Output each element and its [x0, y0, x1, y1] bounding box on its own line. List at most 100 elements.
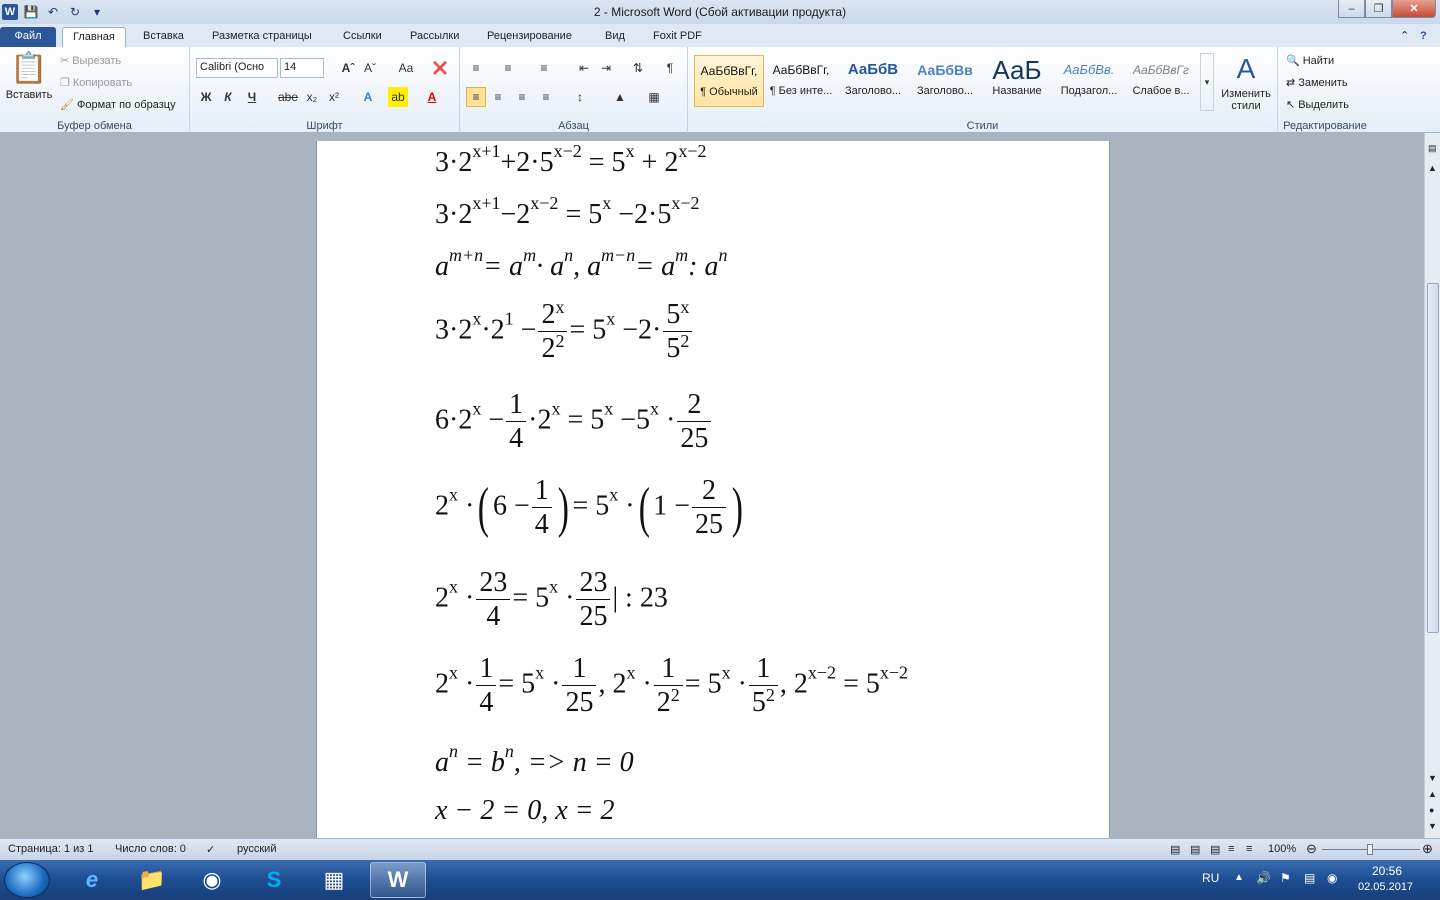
sort-icon[interactable]: ⇅ [628, 58, 648, 78]
decrease-indent-icon[interactable]: ⇤ [574, 58, 594, 78]
paste-button[interactable]: 📋 Вставить [6, 51, 53, 101]
prev-page-icon[interactable]: ▲ [1428, 789, 1437, 799]
window-controls: – ❐ ✕ [1338, 0, 1436, 18]
browse-object-icon[interactable]: ● [1429, 805, 1434, 815]
network-icon[interactable]: ▤ [1304, 871, 1315, 885]
tab-review[interactable]: Рецензирование [477, 27, 582, 47]
outline-icon[interactable]: ≡ [1228, 843, 1234, 855]
bullets-icon[interactable]: ≡ [466, 58, 486, 78]
taskbar: e 📁 ◉ S ▦ W RU ▲ 🔊 ⚑ ▤ ◉ 20:56 02.05.201… [0, 860, 1440, 900]
tray-expand-icon[interactable]: ▲ [1234, 872, 1244, 883]
ruler-toggle-icon[interactable]: ▤ [1428, 143, 1437, 154]
skype-icon[interactable]: S [246, 862, 302, 898]
font-group-label: Шрифт [306, 120, 343, 132]
calculator-icon[interactable]: ▦ [306, 862, 362, 898]
line-spacing-icon[interactable]: ↕ [570, 87, 590, 107]
tab-foxit-pdf[interactable]: Foxit PDF [643, 27, 712, 47]
language-indicator[interactable]: русский [237, 843, 276, 855]
chrome-icon[interactable]: ◉ [184, 862, 240, 898]
close-button[interactable]: ✕ [1392, 0, 1436, 18]
battery-icon[interactable]: ◉ [1327, 871, 1337, 885]
style-no-spacing[interactable]: АаБбВвГг, ¶ Без инте... [766, 55, 836, 107]
input-language[interactable]: RU [1202, 871, 1219, 885]
bold-button[interactable]: Ж [196, 87, 216, 107]
font-name-select[interactable]: Calibri (Осно [196, 58, 278, 78]
style-title[interactable]: АаБ Название [982, 55, 1052, 107]
minimize-button[interactable]: – [1338, 0, 1365, 18]
find-button[interactable]: 🔍 Найти [1286, 54, 1334, 68]
replace-button[interactable]: ⇄ Заменить [1286, 76, 1348, 90]
shrink-font-icon[interactable]: Aˇ [360, 58, 380, 78]
full-screen-icon[interactable]: ▤ [1190, 843, 1200, 856]
scrollbar-thumb[interactable] [1427, 283, 1439, 633]
borders-icon[interactable]: ▦ [644, 87, 664, 107]
style-heading-1[interactable]: АаБбВ Заголово... [838, 55, 908, 107]
copy-button[interactable]: ❐ Копировать [60, 76, 132, 90]
word-taskbar-icon[interactable]: W [370, 862, 426, 898]
next-page-icon[interactable]: ▼ [1428, 821, 1437, 831]
font-group: Calibri (Осно 14 Aˆ Aˇ Aa ❌ Ж К Ч abe x₂… [190, 47, 460, 133]
underline-button[interactable]: Ч [242, 87, 262, 107]
style-normal[interactable]: АаБбВвГг, ¶ Обычный [694, 55, 764, 107]
tab-page-layout[interactable]: Разметка страницы [202, 27, 322, 47]
align-right-icon[interactable]: ≡ [512, 87, 532, 107]
flag-icon[interactable]: ⚑ [1280, 871, 1291, 885]
font-color-icon[interactable]: A [422, 87, 442, 107]
grow-font-icon[interactable]: Aˆ [338, 58, 358, 78]
explorer-folder-icon[interactable]: 📁 [124, 862, 180, 898]
word-count[interactable]: Число слов: 0 [115, 843, 186, 855]
superscript-button[interactable]: x² [324, 87, 344, 107]
multilevel-list-icon[interactable]: ≡ [534, 58, 554, 78]
page-count[interactable]: Страница: 1 из 1 [8, 843, 94, 855]
internet-explorer-icon[interactable]: e [64, 862, 120, 898]
clear-format-icon[interactable]: ❌ [430, 58, 450, 78]
numbering-icon[interactable]: ≡ [498, 58, 518, 78]
text-effects-icon[interactable]: A [358, 87, 378, 107]
tab-home[interactable]: Главная [62, 27, 126, 47]
style-heading-2[interactable]: АаБбВв Заголово... [910, 55, 980, 107]
font-size-select[interactable]: 14 [280, 58, 324, 78]
justify-icon[interactable]: ≡ [536, 87, 556, 107]
highlight-icon[interactable]: ab [388, 87, 408, 107]
clock-time[interactable]: 20:56 [1372, 864, 1402, 878]
format-painter-button[interactable]: 🖌 Формат по образцу [60, 98, 176, 112]
align-center-icon[interactable]: ≡ [488, 87, 508, 107]
subscript-button[interactable]: x₂ [302, 87, 322, 107]
tab-mailings[interactable]: Рассылки [400, 27, 469, 47]
help-icon[interactable]: ? [1416, 27, 1431, 47]
tab-references[interactable]: Ссылки [333, 27, 392, 47]
vertical-scrollbar[interactable]: ▤ ▲ ▼ ▲ ● ▼ [1424, 133, 1440, 838]
select-button[interactable]: ↖ Выделить [1286, 98, 1349, 112]
tab-view[interactable]: Вид [595, 27, 635, 47]
clock-date[interactable]: 02.05.2017 [1358, 881, 1413, 893]
change-styles-button[interactable]: A Изменить стили [1216, 53, 1276, 112]
zoom-level[interactable]: 100% [1268, 843, 1296, 855]
volume-icon[interactable]: 🔊 [1256, 871, 1271, 885]
start-button[interactable] [4, 862, 50, 898]
zoom-slider-thumb[interactable] [1367, 844, 1373, 855]
draft-icon[interactable]: ≡ [1246, 843, 1252, 855]
italic-button[interactable]: К [218, 87, 238, 107]
align-left-icon[interactable]: ≡ [466, 87, 486, 107]
zoom-in-icon[interactable]: ⊕ [1422, 841, 1433, 857]
ribbon-minimize-icon[interactable]: ⌃ [1396, 27, 1413, 47]
styles-scroll-icon[interactable]: ▾ [1200, 53, 1214, 111]
tab-insert[interactable]: Вставка [133, 27, 194, 47]
zoom-out-icon[interactable]: ⊖ [1306, 841, 1317, 857]
scroll-up-icon[interactable]: ▲ [1428, 163, 1437, 173]
scroll-down-icon[interactable]: ▼ [1428, 773, 1437, 783]
tab-file[interactable]: Файл [0, 27, 56, 47]
style-subtitle[interactable]: АаБбВв. Подзагол... [1054, 55, 1124, 107]
web-layout-icon[interactable]: ▤ [1210, 843, 1220, 856]
document-page[interactable]: 3·2x+1+2·5x−2 = 5x + 2x−2 3·2x+1−2x−2 = … [316, 141, 1110, 838]
pilcrow-icon[interactable]: ¶ [660, 58, 680, 78]
cut-button[interactable]: ✂ Вырезать [60, 54, 121, 68]
style-subtle-emphasis[interactable]: АаБбВвГг Слабое в... [1126, 55, 1196, 107]
strikethrough-button[interactable]: abe [278, 87, 298, 107]
maximize-button[interactable]: ❐ [1365, 0, 1392, 18]
increase-indent-icon[interactable]: ⇥ [596, 58, 616, 78]
proofing-icon[interactable]: ✓ [206, 843, 215, 856]
shading-icon[interactable]: ▲ [610, 87, 630, 107]
print-layout-icon[interactable]: ▤ [1170, 843, 1180, 856]
change-case-icon[interactable]: Aa [392, 58, 420, 78]
